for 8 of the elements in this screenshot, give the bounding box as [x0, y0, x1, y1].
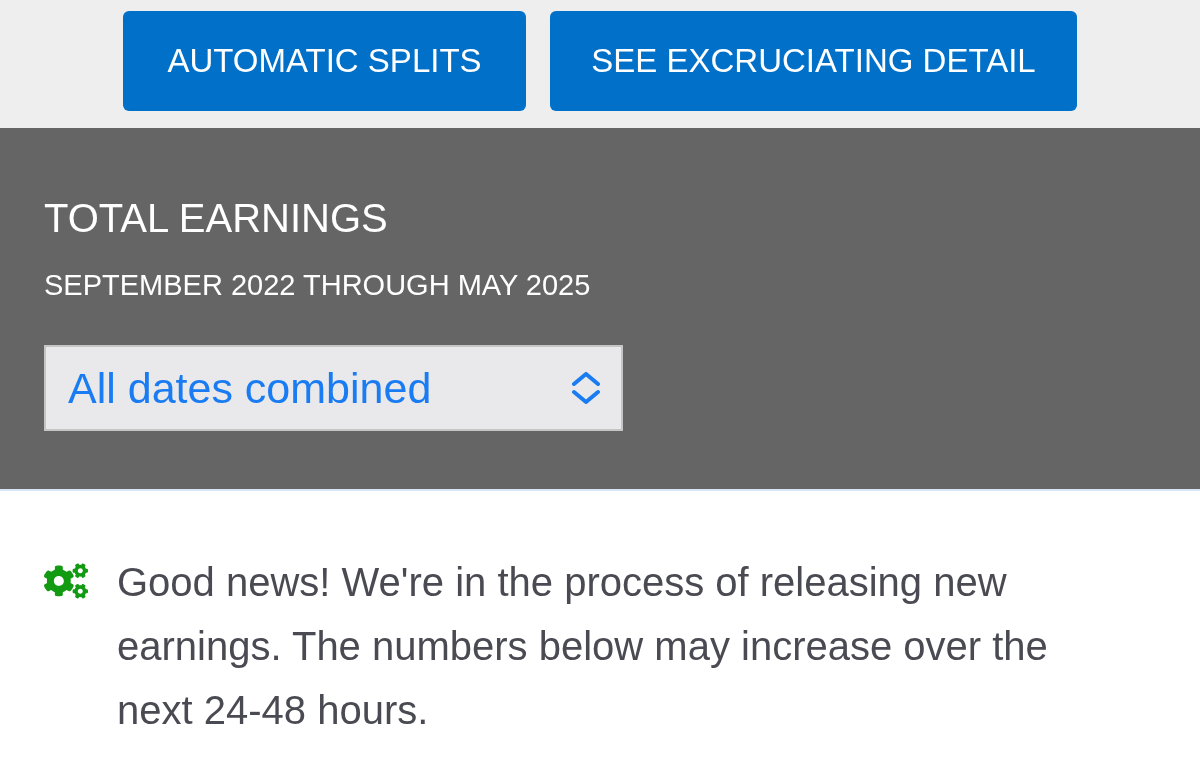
- panel-title: TOTAL EARNINGS: [44, 196, 389, 240]
- action-button[interactable]: SEE EXCRUCIATING DETAIL: [550, 11, 1077, 111]
- date-select[interactable]: All dates combined: [44, 345, 623, 431]
- action-button[interactable]: AUTOMATIC SPLITS: [123, 11, 526, 111]
- up-down-chevron-icon: [571, 372, 601, 404]
- panel-subtitle: SEPTEMBER 2022 THROUGH MAY 2025: [44, 268, 592, 303]
- notice-text: Good news! We're in the process of releasing new earnings. The numbers below may increase over the next 24-48 hours.: [117, 559, 1049, 734]
- gears-icon: [44, 562, 88, 600]
